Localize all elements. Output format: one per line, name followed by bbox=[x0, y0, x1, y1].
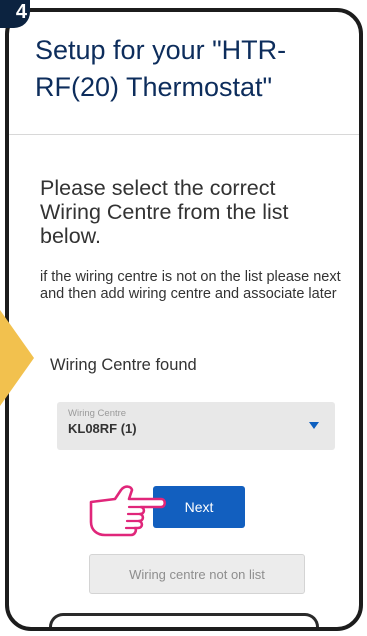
pointer-arrow-icon bbox=[0, 310, 34, 406]
select-caption: Wiring Centre bbox=[68, 408, 127, 419]
pointing-hand-icon bbox=[89, 485, 167, 537]
helper-text: if the wiring centre is not on the list … bbox=[40, 269, 341, 302]
app-header: Setup for your "HTR-RF(20) Thermostat" bbox=[9, 12, 359, 135]
tutorial-stage: 4 Setup for your "HTR-RF(20) Thermostat"… bbox=[0, 0, 367, 636]
dropdown-caret-icon bbox=[309, 422, 319, 429]
wiring-centre-found-label: Wiring Centre found bbox=[50, 356, 197, 374]
wiring-centre-select[interactable]: Wiring Centre KL08RF (1) bbox=[57, 402, 335, 450]
phone-frame: Setup for your "HTR-RF(20) Thermostat" P… bbox=[5, 8, 363, 631]
prompt-title: Please select the correct Wiring Centre … bbox=[40, 176, 289, 248]
wiring-centre-not-on-list-button[interactable]: Wiring centre not on list bbox=[89, 554, 305, 594]
phone-home-bar bbox=[49, 613, 319, 627]
page-title: Setup for your "HTR-RF(20) Thermostat" bbox=[35, 35, 287, 102]
select-value: KL08RF (1) bbox=[68, 421, 137, 436]
